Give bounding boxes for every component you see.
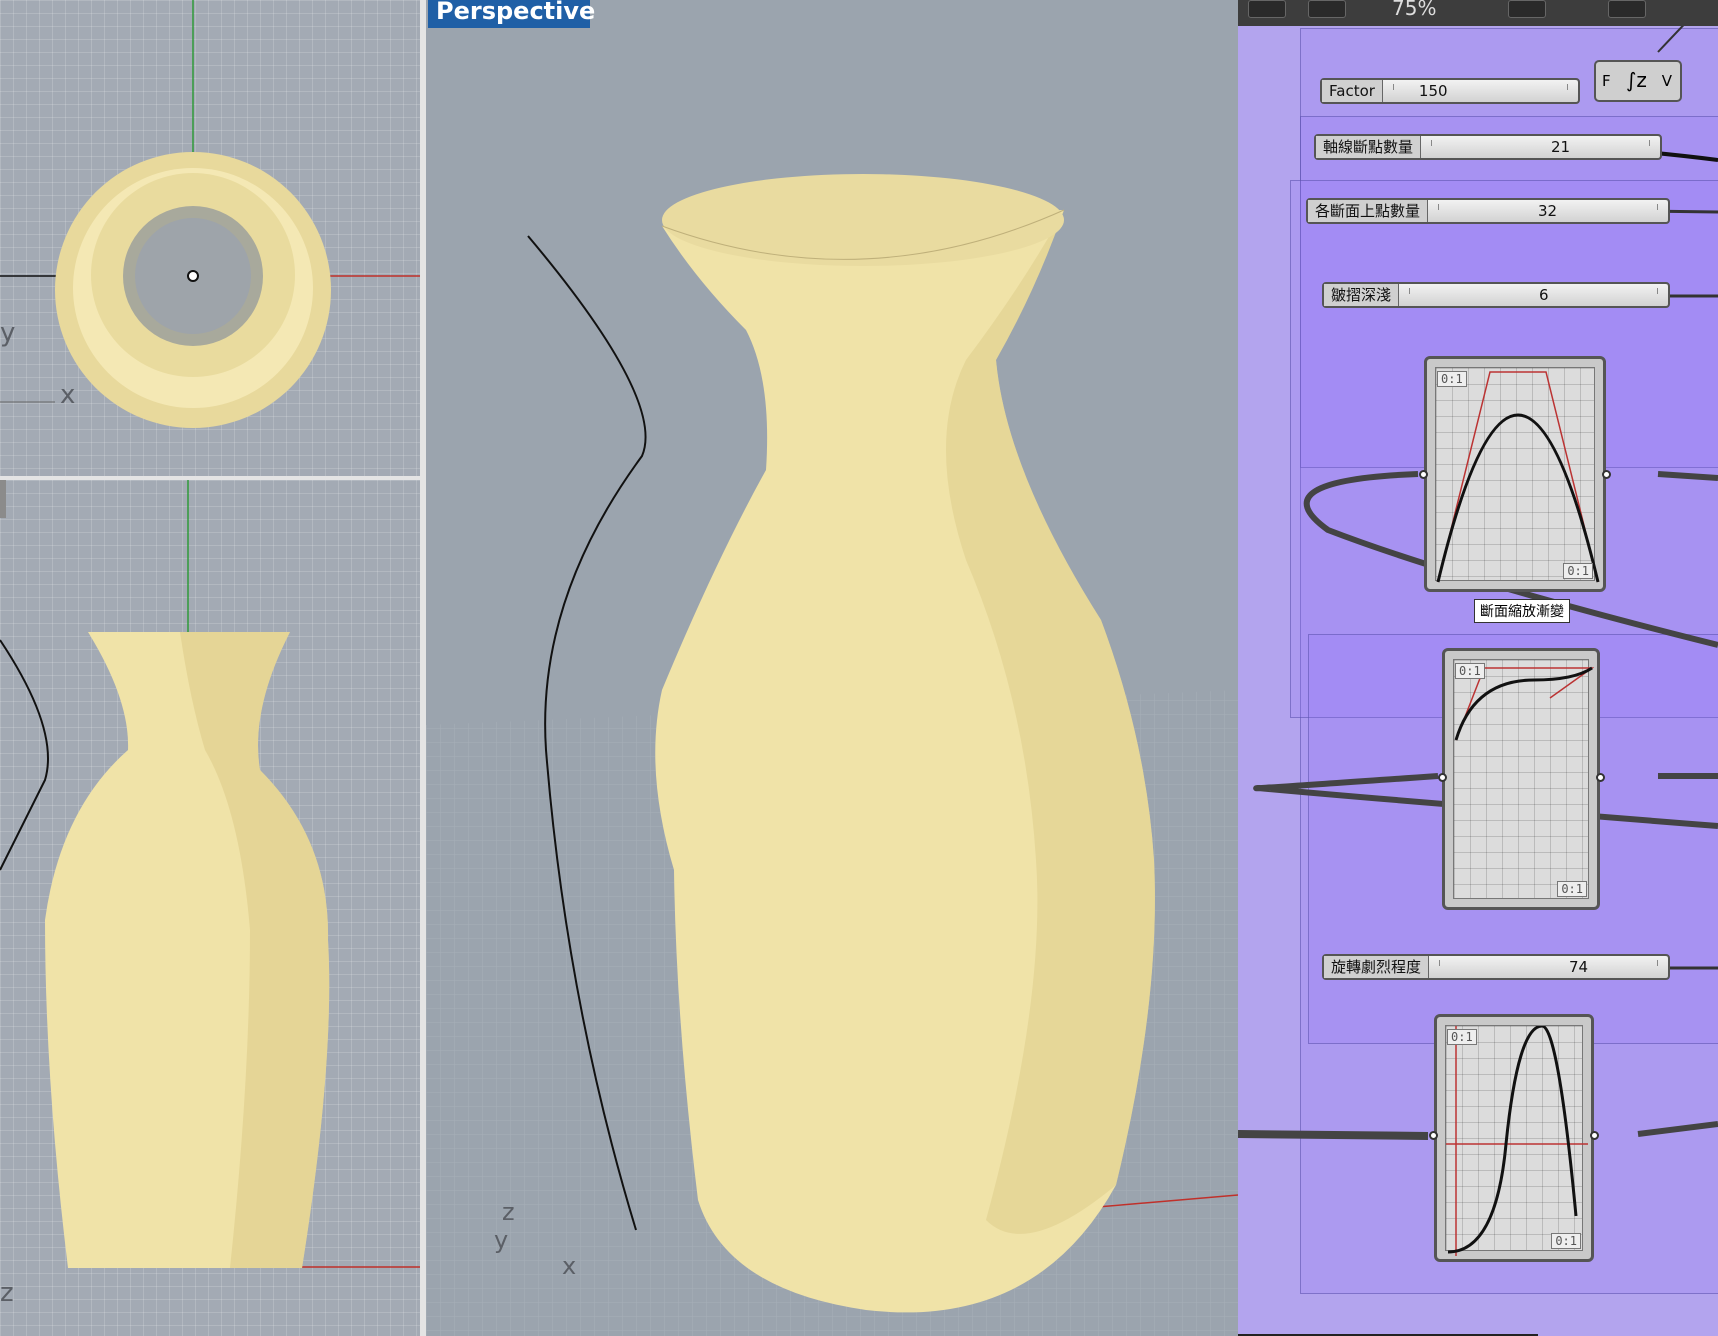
graph-area[interactable] <box>1435 367 1600 583</box>
slider-ticks <box>1439 960 1658 966</box>
perspective-viewport-title[interactable]: Perspective <box>428 0 595 28</box>
graph-domain-label: 0:1 <box>1551 1233 1581 1249</box>
slider-fold-depth-value: 6 <box>1539 286 1549 304</box>
slider-fold-depth-label: 皺摺深淺 <box>1324 284 1400 306</box>
graph-domain-label: 0:1 <box>1557 881 1587 897</box>
slider-twist-intensity[interactable]: 旋轉劇烈程度 74 <box>1322 954 1670 980</box>
graph-mapper-bezier[interactable]: 0:1 0:1 <box>1424 356 1606 592</box>
axis-y-label: y <box>0 318 16 348</box>
slider-ticks <box>1431 140 1650 146</box>
graph-curve <box>1446 1026 1588 1256</box>
slider-section-points-label: 各斷面上點數量 <box>1308 200 1429 222</box>
slider-twist-intensity-track[interactable]: 74 <box>1429 956 1668 978</box>
graph-domain-label: 0:1 <box>1563 563 1593 579</box>
expression-icon: ∫z <box>1626 68 1647 92</box>
perspective-vase-render <box>426 174 1238 1336</box>
slider-fold-depth[interactable]: 皺摺深淺 6 <box>1322 282 1670 308</box>
factor-slider-label: Factor <box>1322 80 1383 102</box>
graph-area[interactable] <box>1453 659 1594 899</box>
axis-x-label: x <box>60 380 76 410</box>
factor-slider-value: 150 <box>1418 82 1448 100</box>
front-view-vase-render <box>0 480 420 1268</box>
slider-axis-points-value: 21 <box>1551 138 1571 156</box>
graph-domain-label: 0:1 <box>1437 371 1467 387</box>
input-port[interactable] <box>1419 470 1428 479</box>
output-port[interactable] <box>1602 470 1611 479</box>
slider-axis-points-track[interactable]: 21 <box>1421 136 1660 158</box>
factor-slider-track[interactable]: 150 <box>1382 80 1578 102</box>
slider-section-points-value: 32 <box>1538 202 1558 220</box>
graph-curve <box>1436 371 1600 583</box>
factor-slider[interactable]: Factor 150 <box>1320 78 1580 104</box>
slider-section-points[interactable]: 各斷面上點數量 32 <box>1306 198 1670 224</box>
slider-ticks <box>1409 288 1658 294</box>
slider-fold-depth-track[interactable]: 6 <box>1399 284 1668 306</box>
grasshopper-canvas[interactable]: Factor 150 F ∫z V 軸線斷點數量 21 各斷面上點數量 32 皺… <box>1238 0 1718 1336</box>
graph-domain-label: 0:1 <box>1447 1029 1477 1045</box>
persp-axis-z-label: z <box>502 1198 515 1226</box>
graph-domain-label: 0:1 <box>1455 663 1485 679</box>
toolbar-button[interactable] <box>1308 0 1346 18</box>
top-viewport[interactable]: y x <box>0 0 420 476</box>
input-port[interactable] <box>1438 773 1447 782</box>
fv-input-label: F <box>1602 72 1611 90</box>
graph-mapper-twist[interactable]: 0:1 0:1 <box>1434 1014 1594 1262</box>
graph-area[interactable] <box>1445 1025 1588 1256</box>
grasshopper-toolbar: 75% <box>1238 0 1718 26</box>
output-port[interactable] <box>1596 773 1605 782</box>
input-port[interactable] <box>1429 1131 1438 1140</box>
graph-curve <box>1454 666 1594 741</box>
slider-axis-points-label: 軸線斷點數量 <box>1316 136 1422 158</box>
graph-mapper-scale-gradient[interactable]: 0:1 0:1 <box>1442 648 1600 910</box>
persp-axis-x-label: x <box>562 1252 577 1280</box>
slider-axis-points[interactable]: 軸線斷點數量 21 <box>1314 134 1662 160</box>
slider-twist-intensity-label: 旋轉劇烈程度 <box>1324 956 1430 978</box>
graph-tooltip: 斷面縮放漸變 <box>1474 599 1570 623</box>
fv-expression-node[interactable]: F ∫z V <box>1594 60 1682 102</box>
persp-axis-y-label: y <box>494 1226 509 1254</box>
slider-twist-intensity-value: 74 <box>1569 958 1589 976</box>
toolbar-button[interactable] <box>1608 0 1646 18</box>
output-port[interactable] <box>1590 1131 1599 1140</box>
slider-section-points-track[interactable]: 32 <box>1428 200 1668 222</box>
zoom-level[interactable]: 75% <box>1392 0 1436 20</box>
fv-output-label: V <box>1661 72 1672 90</box>
perspective-viewport[interactable]: z y x <box>426 0 1238 1336</box>
front-viewport[interactable]: z <box>0 480 420 1336</box>
axis-z-label: z <box>0 1278 14 1308</box>
toolbar-button[interactable] <box>1248 0 1286 18</box>
toolbar-button[interactable] <box>1508 0 1546 18</box>
